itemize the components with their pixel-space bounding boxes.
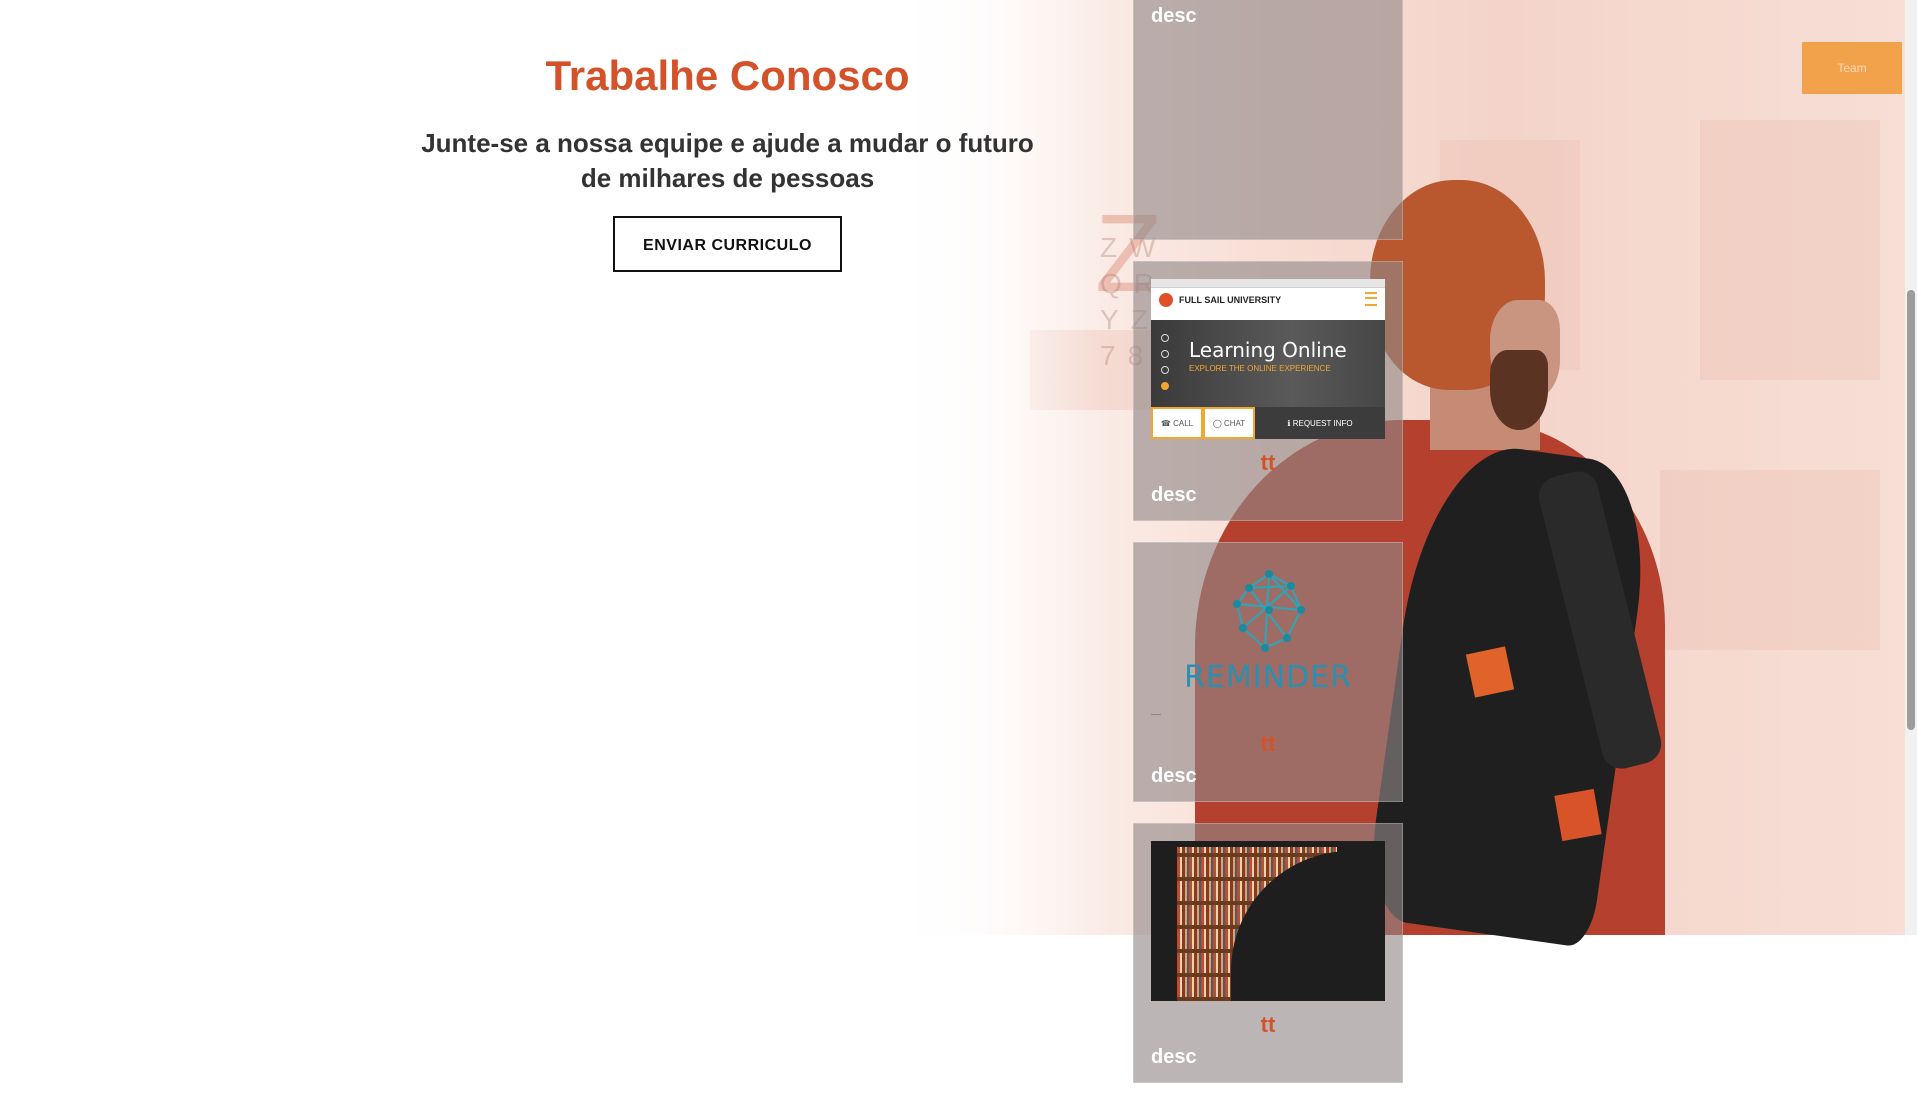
card-thumbnail: REMINDER xyxy=(1151,560,1385,720)
card-title: tt xyxy=(1260,450,1276,475)
portfolio-cards: desc FULL SAIL UNIVERSITY Learning Onlin… xyxy=(1133,0,1403,1104)
scrollbar-thumb[interactable] xyxy=(1907,290,1915,730)
careers-subtitle: Junte-se a nossa equipe e ajude a mudar … xyxy=(421,128,1034,193)
card-title: tt xyxy=(1260,731,1276,756)
send-resume-button[interactable]: ENVIAR CURRICULO xyxy=(613,216,842,272)
phone-icon: ☎ xyxy=(1160,418,1171,428)
careers-section: Trabalhe Conosco Junte-se a nossa equipe… xyxy=(420,52,1035,272)
card-desc: desc xyxy=(1151,1046,1197,1068)
brain-network-icon xyxy=(1233,570,1305,652)
card-desc: desc xyxy=(1151,765,1197,787)
hamburger-menu-icon xyxy=(1365,292,1377,306)
card-thumbnail xyxy=(1151,841,1385,1001)
portfolio-card[interactable]: FULL SAIL UNIVERSITY Learning Online EXP… xyxy=(1133,261,1403,521)
page-scrollbar[interactable] xyxy=(1905,0,1917,935)
chat-icon: ◯ xyxy=(1212,418,1222,428)
card-thumbnail: FULL SAIL UNIVERSITY Learning Online EXP… xyxy=(1151,279,1385,439)
portfolio-card[interactable]: tt desc xyxy=(1133,823,1403,1083)
info-icon: ℹ xyxy=(1287,418,1291,428)
card-title: tt xyxy=(1260,1012,1276,1037)
careers-title: Trabalhe Conosco xyxy=(545,52,910,99)
portfolio-card[interactable]: REMINDER tt desc xyxy=(1133,542,1403,802)
card-desc: desc xyxy=(1151,5,1197,27)
full-sail-logo-icon xyxy=(1159,293,1173,307)
portfolio-card[interactable]: desc xyxy=(1133,0,1403,240)
card-desc: desc xyxy=(1151,484,1197,506)
